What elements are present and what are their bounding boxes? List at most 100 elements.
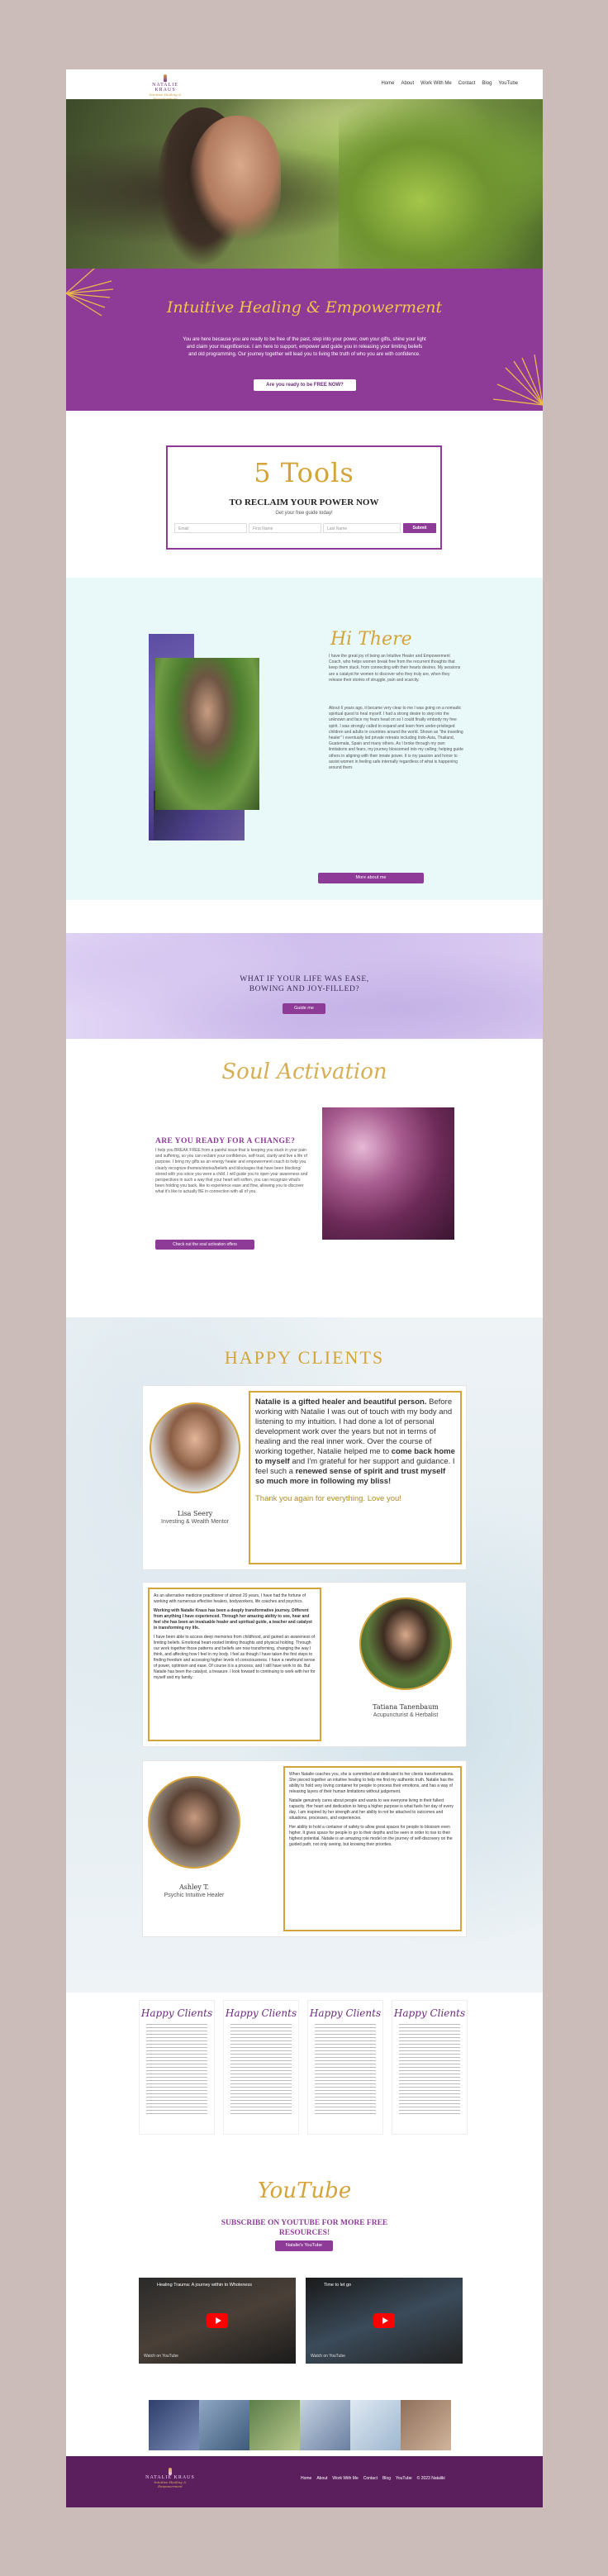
quote-3-p3: Her ability to hold a container of safet… bbox=[289, 1825, 453, 1847]
hero-image bbox=[66, 99, 543, 269]
client-review-card-2[interactable]: Happy Clients bbox=[223, 2000, 299, 2135]
quote-3-p2: Natalie genuinely cares about people and… bbox=[289, 1798, 454, 1821]
feed-image-6[interactable] bbox=[401, 2400, 451, 2450]
about-paragraph-2: About 6 years ago, it became very clear … bbox=[329, 706, 463, 771]
footer-nav-blog[interactable]: Blog bbox=[382, 2476, 391, 2481]
intro-band: Intuitive Healing & Empowerment You are … bbox=[66, 269, 543, 411]
testimonial-card-1: Lisa Seery Investing & Wealth Mentor Nat… bbox=[142, 1385, 467, 1570]
video-2-title: Time to let go bbox=[324, 2283, 352, 2288]
main-nav: Home About Work With Me Contact Blog You… bbox=[381, 81, 518, 86]
footer-nav-contact[interactable]: Contact bbox=[363, 2476, 378, 2481]
footer-nav-home[interactable]: Home bbox=[301, 2476, 311, 2481]
feed-image-1[interactable] bbox=[149, 2400, 199, 2450]
soul-text: I help you BREAK FREE from a painful iss… bbox=[155, 1148, 308, 1195]
review-text-lines-2 bbox=[230, 2024, 292, 2115]
quote-1-thanks: Thank you again for everything. Love you… bbox=[255, 1494, 401, 1503]
quote-2-p2: Working with Natalie Kraus has been a de… bbox=[154, 1608, 312, 1631]
review-card-title-4: Happy Clients bbox=[393, 2007, 466, 2019]
client-role-2: Acupuncturist & Herbalist bbox=[373, 1712, 439, 1718]
testimonial-quote-3: When Natalie coaches you, she is committ… bbox=[283, 1766, 462, 1931]
email-field[interactable]: Email bbox=[174, 523, 247, 533]
nav-home[interactable]: Home bbox=[381, 81, 394, 86]
youtube-title: YouTube bbox=[257, 2178, 352, 2203]
footer-nav-work[interactable]: Work With Me bbox=[332, 2476, 358, 2481]
youtube-subtitle-line-2: RESOURCES! bbox=[278, 2229, 330, 2237]
soul-heading: ARE YOU READY FOR A CHANGE? bbox=[155, 1137, 296, 1145]
feed-image-2[interactable] bbox=[199, 2400, 249, 2450]
clients-section: HAPPY CLIENTS Lisa Seery Investing & Wea… bbox=[66, 1317, 543, 1993]
rays-right-decoration bbox=[492, 354, 543, 406]
nav-work[interactable]: Work With Me bbox=[420, 81, 452, 86]
intro-title: Intuitive Healing & Empowerment bbox=[166, 298, 443, 317]
tools-subtitle: TO RECLAIM YOUR POWER NOW bbox=[229, 498, 379, 507]
client-role-1: Investing & Wealth Mentor bbox=[161, 1519, 229, 1525]
client-photo-2 bbox=[359, 1598, 452, 1690]
tools-optin-box: 5 Tools TO RECLAIM YOUR POWER NOW Get yo… bbox=[166, 445, 442, 550]
logo-text: NATALIE KRAUS bbox=[152, 83, 178, 93]
client-review-card-1[interactable]: Happy Clients bbox=[139, 2000, 215, 2135]
footer-logo[interactable]: NATALIE KRAUS Intuitive Healing & Empowe… bbox=[145, 2468, 195, 2488]
first-name-field[interactable]: First Name bbox=[249, 523, 321, 533]
quote-body-1: Natalie is a gifted healer and beautiful… bbox=[255, 1398, 455, 1487]
quote-3-p1: When Natalie coaches you, she is committ… bbox=[289, 1772, 454, 1794]
tools-title: 5 Tools bbox=[254, 457, 354, 488]
watch-on-youtube-1[interactable]: Watch on YouTube bbox=[144, 2354, 178, 2359]
amethyst-image bbox=[322, 1107, 454, 1240]
video-embed-2[interactable]: Time to let go Watch on YouTube bbox=[306, 2278, 463, 2364]
testimonial-quote-1: Natalie is a gifted healer and beautiful… bbox=[249, 1391, 462, 1564]
quote-line-2: BOWING AND JOY-FILLED? bbox=[249, 985, 360, 993]
video-embed-1[interactable]: Healing Trauma: A journey within to Whol… bbox=[139, 2278, 296, 2364]
client-photo-3 bbox=[148, 1776, 240, 1869]
tools-caption: Get your free guide today! bbox=[275, 511, 333, 516]
instagram-feed bbox=[149, 2400, 451, 2450]
about-paragraph-1: I have the great joy of being an Intuiti… bbox=[329, 654, 461, 683]
client-role-3: Psychic Intuitive Healer bbox=[164, 1893, 225, 1898]
intro-text: You are here because you are ready to be… bbox=[183, 337, 426, 357]
client-name-2: Tatiana Tanenbaum bbox=[373, 1703, 439, 1711]
play-triangle-icon bbox=[216, 2317, 221, 2324]
client-review-card-4[interactable]: Happy Clients bbox=[392, 2000, 468, 2135]
about-title: Hi There bbox=[330, 629, 412, 650]
quote-text: WHAT IF YOUR LIFE WAS EASE, BOWING AND J… bbox=[66, 974, 543, 994]
youtube-subtitle: SUBSCRIBE ON YOUTUBE FOR MORE FREE RESOU… bbox=[182, 2218, 427, 2238]
quote-2-p3: I have been able to access deep memories… bbox=[154, 1635, 316, 1680]
page: NATALIE KRAUS Intuitive Healing & Empowe… bbox=[66, 69, 543, 2507]
submit-button[interactable]: Submit bbox=[403, 523, 436, 533]
footer-logo-tagline: Intuitive Healing & Empowerment bbox=[154, 2480, 187, 2488]
soul-offers-button[interactable]: Check out the soul activation offers bbox=[155, 1240, 254, 1250]
youtube-channel-button[interactable]: Natalie's YouTube bbox=[275, 2240, 333, 2251]
feed-image-5[interactable] bbox=[350, 2400, 401, 2450]
nav-blog[interactable]: Blog bbox=[482, 81, 492, 86]
quote-line-1: WHAT IF YOUR LIFE WAS EASE, bbox=[240, 975, 369, 983]
nav-about[interactable]: About bbox=[401, 81, 414, 86]
footer-nav-about[interactable]: About bbox=[316, 2476, 327, 2481]
logo[interactable]: NATALIE KRAUS Intuitive Healing & Empowe… bbox=[142, 74, 188, 101]
footer-nav: Home About Work With Me Contact Blog You… bbox=[301, 2476, 445, 2481]
testimonial-quote-2: As an alternative medicine practitioner … bbox=[148, 1588, 321, 1741]
watch-on-youtube-2[interactable]: Watch on YouTube bbox=[311, 2354, 345, 2359]
quote-2-p1: As an alternative medicine practitioner … bbox=[154, 1593, 306, 1604]
feed-image-4[interactable] bbox=[300, 2400, 350, 2450]
portrait-image bbox=[155, 658, 259, 810]
site-footer: NATALIE KRAUS Intuitive Healing & Empowe… bbox=[66, 2456, 543, 2507]
client-name-1: Lisa Seery bbox=[177, 1510, 213, 1517]
nav-youtube[interactable]: YouTube bbox=[498, 81, 518, 86]
guide-me-button[interactable]: Guide me bbox=[283, 1003, 325, 1014]
more-about-me-button[interactable]: More about me bbox=[318, 873, 424, 883]
nav-contact[interactable]: Contact bbox=[458, 81, 476, 86]
feed-image-3[interactable] bbox=[249, 2400, 300, 2450]
free-now-button[interactable]: Are you ready to be FREE NOW? bbox=[254, 379, 356, 391]
youtube-subtitle-line-1: SUBSCRIBE ON YOUTUBE FOR MORE FREE bbox=[221, 2219, 388, 2227]
last-name-field[interactable]: Last Name bbox=[323, 523, 401, 533]
review-card-title-1: Happy Clients bbox=[140, 2007, 213, 2019]
play-triangle-icon bbox=[382, 2317, 388, 2324]
review-text-lines-1 bbox=[146, 2024, 207, 2115]
client-photo-1 bbox=[150, 1402, 240, 1493]
quote-band: WHAT IF YOUR LIFE WAS EASE, BOWING AND J… bbox=[66, 933, 543, 1039]
soul-activation-title: Soul Activation bbox=[221, 1059, 387, 1084]
client-review-card-3[interactable]: Happy Clients bbox=[307, 2000, 383, 2135]
about-section: Hi There I have the great joy of being a… bbox=[66, 578, 543, 900]
review-text-lines-4 bbox=[399, 2024, 460, 2115]
footer-nav-youtube[interactable]: YouTube bbox=[396, 2476, 412, 2481]
testimonial-card-3: Ashley T. Psychic Intuitive Healer When … bbox=[142, 1760, 467, 1937]
